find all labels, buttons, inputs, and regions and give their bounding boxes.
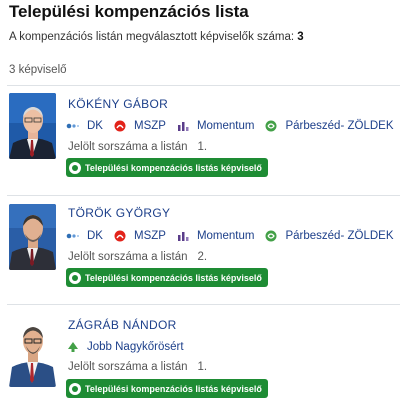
status-badge: Települési kompenzációs listás képviselő: [66, 158, 268, 177]
party-label: Momentum: [196, 230, 255, 242]
party-dk[interactable]: DK: [66, 120, 103, 132]
party-momentum[interactable]: Momentum: [176, 120, 255, 132]
candidate-name[interactable]: KÖKÉNY GÁBOR: [68, 97, 168, 111]
party-label: DK: [87, 230, 103, 242]
status-badge: Települési kompenzációs listás képviselő: [66, 379, 268, 398]
dk-logo-icon: [66, 230, 81, 242]
elected-count-line: A kompenzációs listán megválasztott képv…: [9, 31, 304, 43]
list-rank-label: Jelölt sorszáma a listán: [68, 361, 188, 373]
party-label: Jobb Nagykőrösért: [87, 341, 184, 353]
badge-icon: [69, 271, 81, 284]
party-parbeszed[interactable]: Párbeszéd- ZÖLDEK: [264, 230, 393, 242]
candidate-name[interactable]: ZÁGRÁB NÁNDOR: [68, 318, 177, 332]
status-badge-label: Települési kompenzációs listás képviselő: [85, 272, 262, 283]
party-mszp[interactable]: MSZP: [113, 230, 166, 242]
candidate-card: TÖRÖK GYÖRGY DK MSZP Momentum Párbeszéd-…: [0, 196, 400, 306]
list-rank-value: 2.: [197, 251, 208, 263]
party-parbeszed[interactable]: Párbeszéd- ZÖLDEK: [264, 120, 393, 132]
candidate-photo: [9, 204, 56, 270]
list-rank: Jelölt sorszáma a listán 1.: [68, 141, 207, 153]
party-mszp[interactable]: MSZP: [113, 120, 166, 132]
party-dk[interactable]: DK: [66, 230, 103, 242]
status-badge-label: Települési kompenzációs listás képviselő: [85, 383, 262, 394]
badge-icon: [69, 161, 81, 174]
party-list: DK MSZP Momentum Párbeszéd- ZÖLDEK: [66, 228, 400, 244]
page-title: Települési kompenzációs lista: [9, 2, 249, 21]
party-momentum[interactable]: Momentum: [176, 230, 255, 242]
party-list: DK MSZP Momentum Párbeszéd- ZÖLDEK: [66, 118, 400, 134]
candidate-card: KÖKÉNY GÁBOR DK MSZP Momentum Párbeszéd-…: [0, 86, 400, 196]
mszp-logo-icon: [113, 120, 128, 132]
list-rank: Jelölt sorszáma a listán 1.: [68, 361, 207, 373]
party-label: Momentum: [196, 120, 255, 132]
mszp-logo-icon: [113, 230, 128, 242]
list-rank-label: Jelölt sorszáma a listán: [68, 141, 188, 153]
party-label: MSZP: [133, 230, 166, 242]
momentum-logo-icon: [176, 230, 191, 242]
list-rank: Jelölt sorszáma a listán 2.: [68, 251, 207, 263]
status-badge-label: Települési kompenzációs listás képviselő: [85, 162, 262, 173]
party-label: DK: [87, 120, 103, 132]
party-jobb-nagykorosert[interactable]: Jobb Nagykőrösért: [66, 341, 184, 353]
representative-count: 3 képviselő: [9, 64, 67, 76]
list-rank-label: Jelölt sorszáma a listán: [68, 251, 188, 263]
party-label: Párbeszéd- ZÖLDEK: [285, 120, 394, 132]
momentum-logo-icon: [176, 120, 191, 132]
elected-count-label: A kompenzációs listán megválasztott képv…: [9, 31, 295, 43]
list-rank-value: 1.: [197, 361, 208, 373]
list-rank-value: 1.: [197, 141, 208, 153]
parbeszed-logo-icon: [264, 120, 279, 132]
candidate-photo: [9, 93, 56, 159]
jobb-nagykorosert-logo-icon: [66, 341, 81, 353]
party-label: MSZP: [133, 120, 166, 132]
dk-logo-icon: [66, 120, 81, 132]
candidate-card: ZÁGRÁB NÁNDOR Jobb Nagykőrösért Jelölt s…: [0, 305, 400, 404]
elected-count-value: 3: [297, 31, 304, 43]
candidate-photo: [9, 315, 56, 387]
party-label: Párbeszéd- ZÖLDEK: [285, 230, 394, 242]
party-list: Jobb Nagykőrösért: [66, 339, 194, 355]
badge-icon: [69, 382, 81, 395]
status-badge: Települési kompenzációs listás képviselő: [66, 268, 268, 287]
candidate-name[interactable]: TÖRÖK GYÖRGY: [68, 206, 170, 220]
parbeszed-logo-icon: [264, 230, 279, 242]
